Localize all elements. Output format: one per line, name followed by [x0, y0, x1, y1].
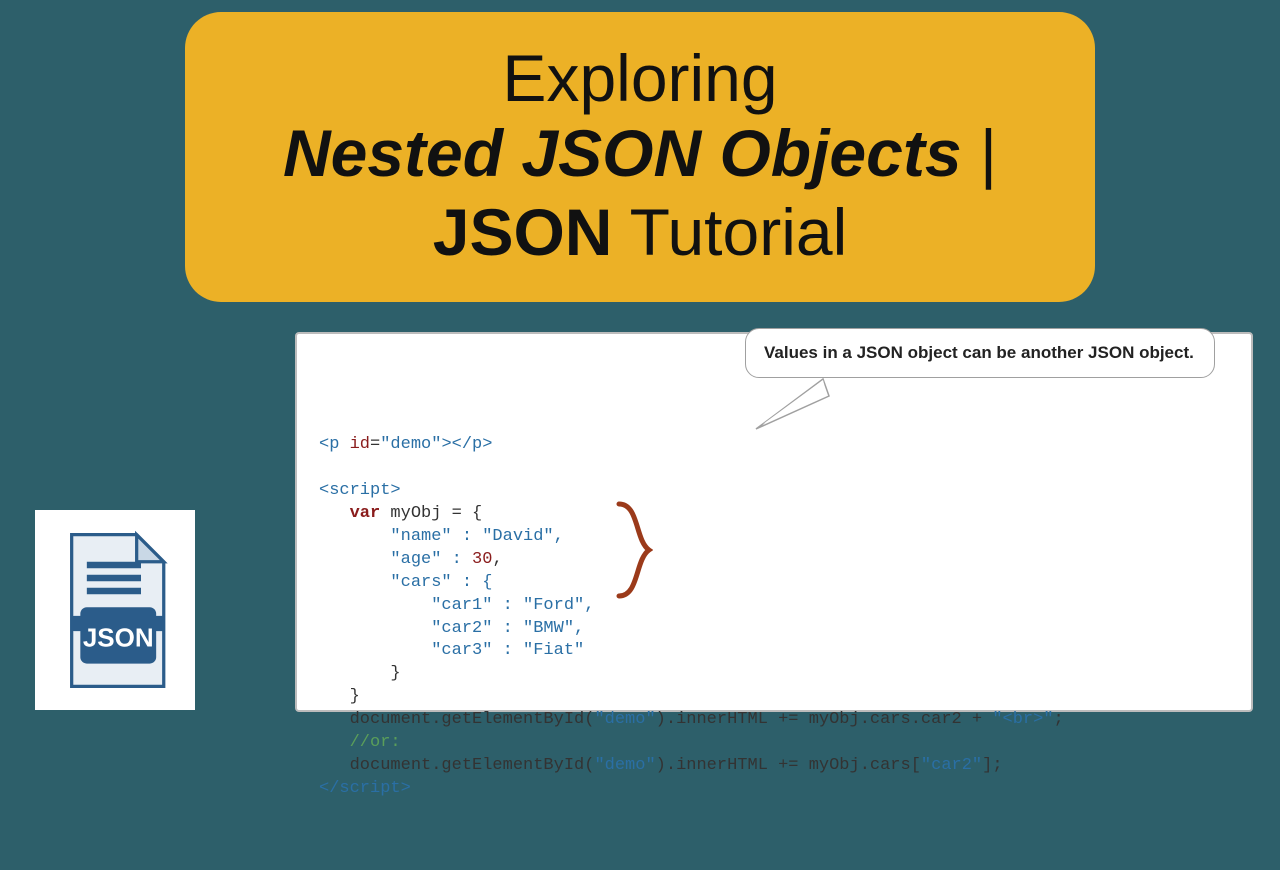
title-tutorial: Tutorial: [612, 195, 847, 269]
title-separator: |: [962, 116, 997, 190]
title-line3: JSON Tutorial: [433, 193, 848, 272]
json-file-icon: JSON: [35, 510, 195, 710]
bubble-text: Values in a JSON object can be another J…: [764, 343, 1194, 362]
title-line2: Nested JSON Objects |: [283, 114, 997, 193]
code-block: <p id="demo"></p> <script> var myObj = {…: [319, 434, 1229, 870]
bubble-tail-icon: [751, 374, 831, 434]
speech-bubble: Values in a JSON object can be another J…: [745, 328, 1215, 378]
title-json-bold: JSON: [433, 195, 613, 269]
title-emphasis: Nested JSON Objects: [283, 116, 962, 190]
title-card: Exploring Nested JSON Objects | JSON Tut…: [185, 12, 1095, 302]
curly-brace-icon: [615, 500, 653, 600]
title-line1: Exploring: [502, 42, 777, 115]
json-badge-label: JSON: [83, 622, 154, 652]
code-panel: Values in a JSON object can be another J…: [295, 332, 1253, 712]
